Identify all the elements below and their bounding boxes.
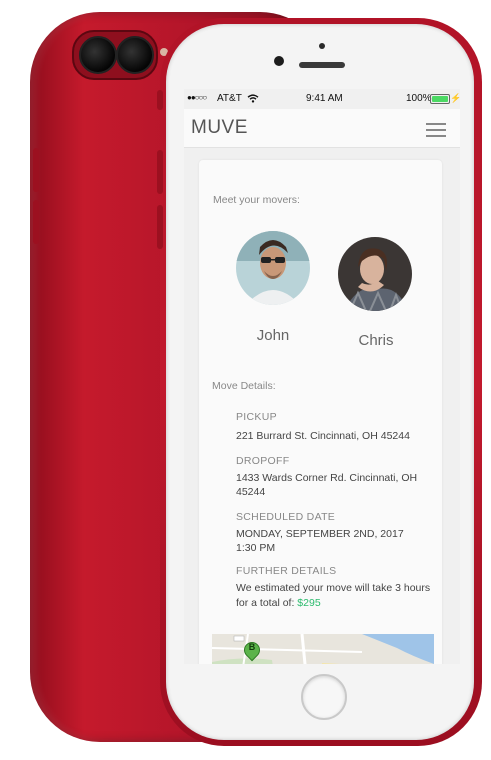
mover-name: John [256, 327, 290, 344]
scheduled-time: 1:30 PM [236, 542, 276, 554]
total-line: for a total of: $295 [236, 596, 321, 610]
mover-card-chris[interactable] [338, 237, 412, 311]
volume-down-button [157, 205, 163, 249]
volume-up-button [157, 150, 163, 194]
screen: ●●○○○ AT&T 9:41 AM 100% ⚡ MUVE Meet your… [184, 89, 460, 664]
camera-lens-icon [79, 36, 117, 74]
mover-card-john[interactable] [236, 231, 310, 305]
front-camera-icon [274, 56, 284, 66]
app-header: MUVE [184, 109, 460, 148]
dropoff-address-line1: 1433 Wards Corner Rd. Cincinnati, OH [236, 472, 418, 484]
map-marker-label: B [248, 642, 256, 652]
estimate-text: We estimated your move will take 3 hours [236, 582, 431, 594]
status-bar: ●●○○○ AT&T 9:41 AM 100% ⚡ [184, 89, 460, 109]
pickup-address: 221 Burrard St. Cincinnati, OH 45244 [236, 430, 410, 442]
camera-lens-icon [116, 36, 154, 74]
total-price: $295 [297, 597, 321, 609]
total-prefix: for a total of: [236, 597, 298, 609]
further-details-label: FURTHER DETAILS [236, 565, 337, 577]
battery-percent: 100% [406, 93, 432, 104]
route-map[interactable]: B [212, 634, 434, 664]
carrier-label: AT&T [217, 93, 242, 104]
scheduled-date: MONDAY, SEPTEMBER 2ND, 2017 [236, 528, 404, 540]
avatar [338, 237, 412, 311]
mover-name: Chris [358, 332, 394, 349]
earpiece [299, 62, 345, 68]
movers-section-label: Meet your movers: [213, 194, 300, 206]
clock: 9:41 AM [306, 93, 343, 104]
hamburger-menu-icon[interactable] [426, 123, 446, 137]
mute-switch [157, 90, 163, 110]
pickup-label: PICKUP [236, 411, 277, 423]
scheduled-date-label: SCHEDULED DATE [236, 511, 336, 523]
dropoff-label: DROPOFF [236, 455, 290, 467]
home-button[interactable] [301, 674, 347, 720]
sensor-icon [319, 43, 325, 49]
signal-strength-icon: ●●○○○ [187, 93, 207, 102]
dropoff-address-line2: 45244 [236, 486, 266, 498]
details-section-label: Move Details: [212, 380, 276, 392]
wifi-icon [247, 94, 259, 103]
charging-icon: ⚡ [450, 93, 460, 103]
dual-camera [72, 30, 158, 80]
volume-button [33, 200, 39, 244]
app-title: MUVE [191, 117, 248, 138]
avatar [236, 231, 310, 305]
battery-icon [430, 94, 450, 104]
volume-button [33, 148, 39, 192]
